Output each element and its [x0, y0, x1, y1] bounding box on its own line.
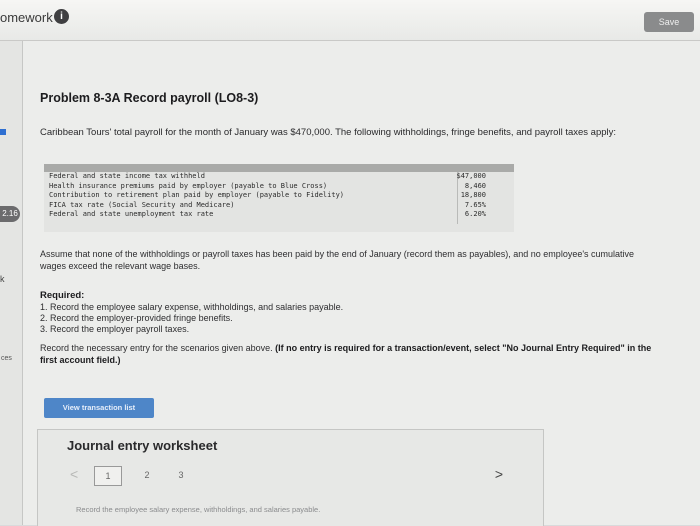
row-value: 6.20%: [464, 210, 486, 219]
save-button[interactable]: Save: [644, 12, 694, 32]
table-row: Health insurance premiums paid by employ…: [44, 182, 514, 192]
record-instructions: Record the necessary entry for the scena…: [40, 343, 670, 366]
row-description: Federal and state income tax withheld: [49, 172, 205, 180]
withholdings-table: Federal and state income tax withheld $4…: [44, 164, 514, 232]
table-row: Contribution to retirement plan paid by …: [44, 191, 514, 201]
current-question-marker: [0, 129, 6, 135]
row-description: Health insurance premiums paid by employ…: [49, 181, 328, 190]
worksheet-title: Journal entry worksheet: [67, 438, 218, 453]
points-badge: 2.16: [0, 206, 20, 222]
rail-label: ces: [1, 355, 12, 362]
problem-intro: Caribbean Tours' total payroll for the m…: [40, 127, 617, 138]
left-rail: 2.16 k ces: [0, 41, 23, 525]
row-value: 8,460: [464, 181, 486, 190]
question-panel: Problem 8-3A Record payroll (LO8-3) Cari…: [23, 41, 700, 526]
assumption-text: Assume that none of the withholdings or …: [40, 249, 635, 271]
worksheet-page-2[interactable]: 2: [134, 466, 160, 484]
row-description: Contribution to retirement plan paid by …: [49, 191, 345, 200]
table-row: Federal and state unemployment tax rate …: [44, 210, 514, 220]
record-instructions-text: Record the necessary entry for the scena…: [40, 343, 273, 353]
required-list: 1. Record the employee salary expense, w…: [40, 302, 343, 335]
required-heading: Required:: [40, 290, 85, 301]
rail-label-top: k: [0, 274, 5, 284]
worksheet-instruction: Record the employee salary expense, with…: [76, 505, 321, 514]
table-row: Federal and state income tax withheld $4…: [44, 172, 514, 182]
view-transaction-list-button[interactable]: View transaction list: [44, 398, 154, 418]
worksheet-page-1[interactable]: 1: [94, 466, 122, 486]
page-title: Problem 8-3A Record payroll (LO8-3): [40, 91, 259, 105]
worksheet-page-3[interactable]: 3: [168, 466, 194, 484]
row-description: Federal and state unemployment tax rate: [49, 210, 214, 219]
list-item: 2. Record the employer-provided fringe b…: [40, 313, 233, 323]
next-page-icon[interactable]: >: [495, 466, 503, 482]
table-row: FICA tax rate (Social Security and Medic…: [44, 201, 514, 211]
journal-entry-worksheet: Journal entry worksheet < 1 2 3 > Record…: [37, 429, 544, 526]
info-icon[interactable]: i: [54, 9, 69, 24]
list-item: 1. Record the employee salary expense, w…: [40, 302, 344, 312]
top-bar: omework i Save: [0, 0, 700, 41]
app-title: omework: [0, 10, 53, 25]
row-description: FICA tax rate (Social Security and Medic…: [49, 200, 235, 209]
prev-page-icon[interactable]: <: [70, 466, 78, 482]
row-value: 18,800: [460, 191, 486, 200]
list-item: 3. Record the employer payroll taxes.: [40, 324, 190, 334]
row-value: 7.65%: [464, 200, 486, 209]
row-value: $47,000: [456, 172, 486, 180]
